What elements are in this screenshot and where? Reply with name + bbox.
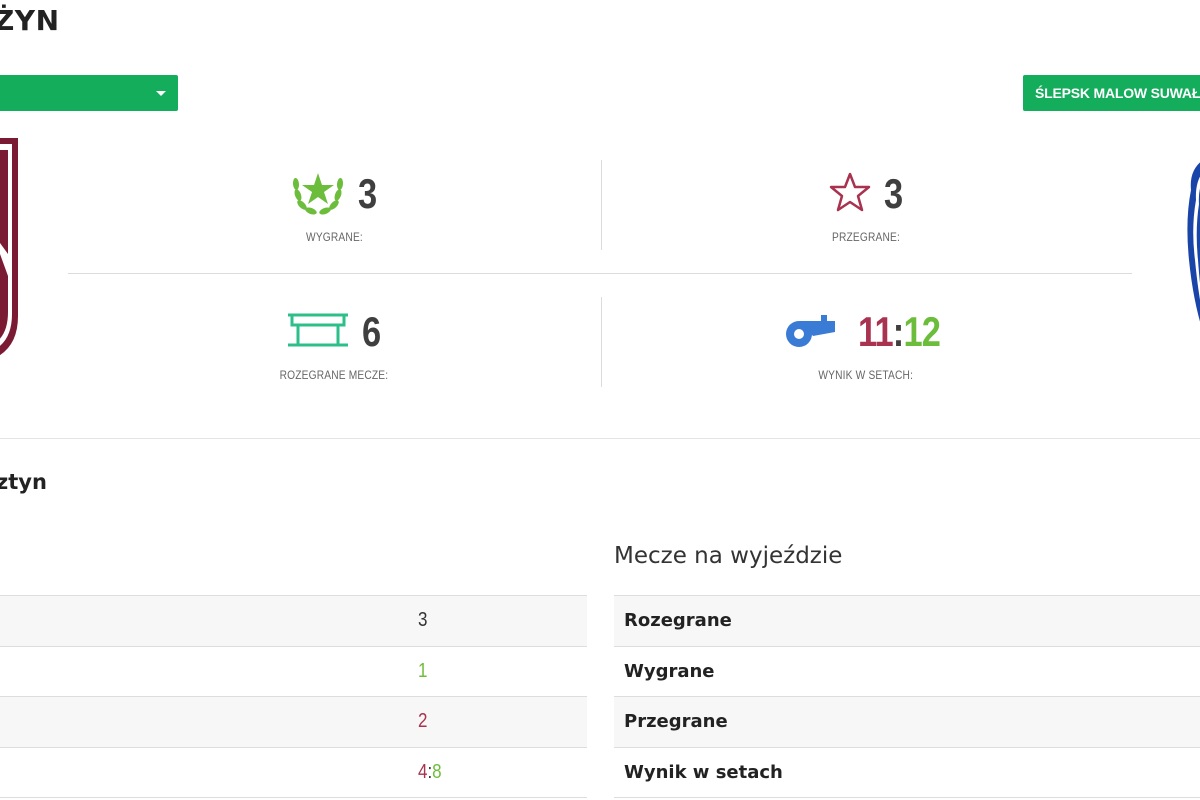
- sets-label: WYNIK W SETACH:: [818, 368, 914, 382]
- sets-value: 11:12: [857, 308, 941, 356]
- home-matches-table: 3 1 2 4:8: [0, 595, 587, 798]
- volleyball-net-icon: [286, 311, 350, 353]
- table-row: 4:8: [0, 748, 587, 798]
- away-played-label: Rozegrane: [624, 610, 732, 632]
- table-row: 3: [0, 596, 587, 647]
- stat-sets: 11:12 WYNIK W SETACH:: [736, 304, 996, 383]
- away-wins-label: Wygrane: [624, 660, 715, 682]
- sets-separator: :: [892, 308, 904, 355]
- away-sets-label: Wynik w setach: [624, 761, 783, 783]
- table-row: Przegrane: [614, 697, 1200, 748]
- away-matches-title: Mecze na wyjeździe: [614, 543, 843, 569]
- away-matches-table: Rozegrane Wygrane Przegrane Wynik w seta…: [614, 595, 1200, 798]
- away-losses-label: Przegrane: [624, 711, 728, 733]
- page-title: ŻYN: [0, 4, 60, 37]
- played-value: 6: [361, 308, 381, 355]
- home-played-value: 3: [418, 609, 428, 632]
- wins-value: 3: [357, 170, 377, 217]
- opponent-team-button[interactable]: ŚLEPSK MALOW SUWAŁKI: [1023, 75, 1200, 111]
- sets-away-value: 12: [903, 308, 941, 355]
- table-row: Wynik w setach: [614, 748, 1200, 798]
- table-row: 1: [0, 647, 587, 697]
- home-wins-value: 1: [418, 659, 428, 682]
- home-sets-value: 4:8: [418, 761, 452, 784]
- home-sets-home: 4: [418, 760, 428, 783]
- stats-divider-horizontal: [68, 273, 1132, 274]
- away-team-crest: [1183, 160, 1200, 339]
- wins-label: WYGRANE:: [305, 230, 363, 244]
- laurel-star-icon: [290, 167, 346, 221]
- home-losses-value: 2: [418, 710, 428, 733]
- table-row: 2: [0, 697, 587, 748]
- sets-home-value: 11: [857, 308, 894, 355]
- star-outline-icon: [828, 171, 872, 217]
- stats-divider-vertical: [601, 297, 602, 387]
- stat-played: 6 ROZEGRANE MECZE:: [204, 304, 464, 383]
- home-sets-away: 8: [432, 760, 442, 783]
- stats-divider-vertical: [601, 160, 602, 250]
- whistle-icon: [783, 310, 839, 354]
- stat-losses: 3 PRZEGRANE:: [736, 166, 996, 245]
- losses-label: PRZEGRANE:: [831, 230, 900, 244]
- team-select-dropdown[interactable]: [0, 75, 178, 111]
- home-team-crest: [0, 136, 22, 366]
- section-title: ztyn: [0, 470, 47, 494]
- caret-down-icon: [156, 90, 166, 96]
- losses-value: 3: [883, 170, 903, 217]
- table-row: Wygrane: [614, 647, 1200, 697]
- played-label: ROZEGRANE MECZE:: [279, 368, 389, 382]
- stat-wins: 3 WYGRANE:: [204, 166, 464, 245]
- table-row: Rozegrane: [614, 596, 1200, 647]
- section-divider: [0, 438, 1200, 439]
